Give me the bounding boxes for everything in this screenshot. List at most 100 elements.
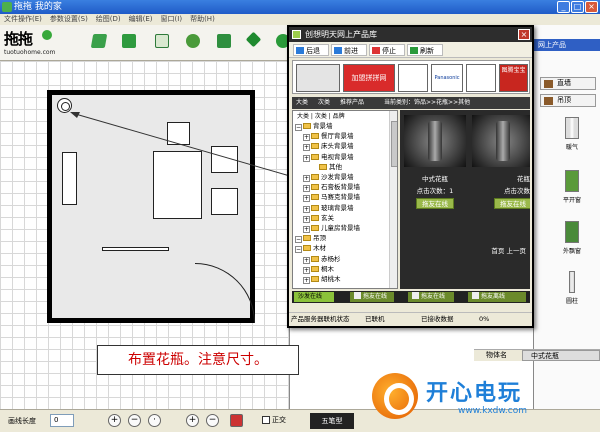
product-card-2[interactable]: 花瓶 点击次数 拖友在线 <box>472 115 530 219</box>
ceiling-button[interactable]: 吊顶 <box>540 94 596 107</box>
pan-icon[interactable]: · <box>148 414 161 427</box>
expand-toggle-icon[interactable]: + <box>303 195 310 203</box>
tree-item[interactable]: + 马赛克背景墙 <box>303 193 360 203</box>
menu-window[interactable]: 窗口(I) <box>161 14 183 25</box>
expand-toggle-icon[interactable]: + <box>303 154 310 162</box>
draw-wall-icon[interactable] <box>90 34 108 48</box>
back-button[interactable]: 后退 <box>293 44 329 56</box>
expand-toggle-icon[interactable]: + <box>303 215 310 223</box>
forward-button[interactable]: 前进 <box>331 44 367 56</box>
tree-item[interactable]: + 胡桃木 <box>303 275 341 284</box>
room-icon[interactable] <box>155 34 169 48</box>
tree-item[interactable]: + 玻璃背景墙 <box>303 204 354 213</box>
pager[interactable]: 首页 上一页 <box>400 245 530 255</box>
expand-toggle-icon[interactable]: + <box>303 266 310 274</box>
straight-wall-button[interactable]: 直墙 <box>540 77 596 90</box>
close-button[interactable]: × <box>585 1 598 13</box>
watermark: 开心电玩 www.kxdw.com <box>372 373 594 427</box>
ad-tuteng[interactable]: 图腾宝宝 <box>499 64 528 92</box>
book-icon[interactable] <box>122 34 136 48</box>
casement-window-item[interactable]: 平开窗 <box>550 170 594 204</box>
expand-toggle-icon[interactable]: − <box>295 246 302 254</box>
forward-label: 前进 <box>344 47 358 55</box>
tree-item[interactable]: + 儿童房背景墙 <box>303 224 360 233</box>
scrollbar-thumb[interactable] <box>391 121 397 167</box>
product-name-2: 花瓶 <box>517 175 530 183</box>
user-badge-2[interactable]: 拖友在线 <box>350 292 394 302</box>
tree-item[interactable]: + 玄关 <box>303 214 334 223</box>
menu-help[interactable]: 帮助(H) <box>190 14 215 25</box>
user-badge-4-label: 拖友离线 <box>481 293 506 300</box>
product-online-button-1[interactable]: 拖友在线 <box>416 198 454 209</box>
rotate-icon[interactable] <box>186 34 200 48</box>
zoom-minus-icon[interactable]: − <box>206 414 219 427</box>
menu-settings[interactable]: 参数设置(S) <box>50 14 88 25</box>
minimize-button[interactable]: _ <box>557 1 570 13</box>
user-badge-1[interactable]: 沙发在线 <box>294 292 334 302</box>
product-window-close-button[interactable]: × <box>518 29 530 40</box>
menu-edit[interactable]: 编辑(E) <box>129 14 153 25</box>
refresh-icon[interactable] <box>217 34 231 48</box>
expand-toggle-icon[interactable]: + <box>303 185 310 193</box>
expand-toggle-icon[interactable]: + <box>303 144 310 152</box>
ad-thumb-2[interactable] <box>398 64 428 92</box>
expand-toggle-icon[interactable]: + <box>303 175 310 182</box>
folder-icon <box>311 276 319 282</box>
line-length-input[interactable]: 0 <box>50 414 74 427</box>
tree-item[interactable]: 其他 <box>311 163 342 172</box>
menu-file[interactable]: 文件操作(E) <box>4 14 42 25</box>
ad-thumb-3[interactable] <box>466 64 496 92</box>
expand-toggle-icon[interactable]: − <box>295 124 302 131</box>
category-tree[interactable]: 大类 | 次类 | 品牌 − 背景墙 + 餐厅背景墙 + 床头背景墙 + 电视背景墙 其他 + 沙发… <box>292 110 398 289</box>
straight-wall-label: 直墙 <box>557 79 571 87</box>
tree-item[interactable]: + 电视背景墙 <box>303 153 354 162</box>
product-online-button-2[interactable]: 拖友在线 <box>494 198 530 209</box>
stop-button[interactable]: 停止 <box>369 44 405 56</box>
ortho-checkbox[interactable]: 正交 <box>262 415 286 425</box>
maximize-button[interactable]: □ <box>571 1 584 13</box>
zoom-in-icon[interactable]: + <box>108 414 121 427</box>
ime-indicator[interactable]: 五笔型 <box>310 413 354 429</box>
user-badge-4[interactable]: 拖友离线 <box>468 292 526 302</box>
product-card-1[interactable]: 中式花瓶 点击次数：1 拖友在线 <box>404 115 466 219</box>
ad-thumb-1[interactable] <box>296 64 340 92</box>
expand-toggle-icon[interactable]: + <box>303 277 310 284</box>
tree-scrollbar[interactable] <box>389 111 397 288</box>
column-item[interactable]: 圆柱 <box>550 271 594 305</box>
tree-item[interactable]: + 沙发背景墙 <box>303 173 354 182</box>
tree-item[interactable]: − 木材 <box>295 244 326 254</box>
refresh-button[interactable]: 刷新 <box>407 44 443 56</box>
expand-toggle-icon[interactable]: + <box>303 226 310 233</box>
ad-jiameng[interactable]: 加盟拼拼网 <box>343 64 395 92</box>
tree-item[interactable]: + 餐厅背景墙 <box>303 132 354 142</box>
expand-toggle-icon[interactable]: + <box>303 256 310 264</box>
toolbar: 拖拖 tuotuohome.com <box>0 25 290 61</box>
user-badge-3[interactable]: 拖友在线 <box>408 292 454 302</box>
tab-recommended[interactable]: 推荐产品 <box>340 97 364 109</box>
tab-category[interactable]: 大类 <box>296 97 308 109</box>
user-avatar-icon <box>412 292 419 299</box>
expand-toggle-icon[interactable]: + <box>303 205 310 213</box>
vase-thumbnail[interactable] <box>404 115 466 167</box>
window-icon <box>565 170 579 192</box>
tree-item[interactable]: − 吊顶 <box>295 234 326 244</box>
tab-subcategory[interactable]: 次类 <box>318 97 330 109</box>
vase-thumbnail-2[interactable] <box>472 115 530 167</box>
ad-panasonic[interactable]: Panasonic <box>431 64 463 92</box>
expand-toggle-icon[interactable]: + <box>303 134 310 142</box>
tree-item[interactable]: + 石膏板背景墙 <box>303 183 360 193</box>
tree-item[interactable]: − 背景墙 <box>295 122 333 131</box>
menu-draw[interactable]: 绘图(D) <box>96 14 121 25</box>
tree-item[interactable]: + 赤杨杉 <box>303 255 341 264</box>
expand-toggle-icon[interactable]: − <box>295 236 302 244</box>
radiator-item[interactable]: 暖气 <box>550 117 594 151</box>
zoom-out-icon[interactable]: − <box>128 414 141 427</box>
tree-item-label: 胡桃木 <box>321 275 341 283</box>
property-value[interactable]: 中式花瓶 <box>522 350 600 361</box>
diamond-icon[interactable] <box>245 31 262 48</box>
tree-item[interactable]: + 桐木 <box>303 265 334 274</box>
zoom-plus-icon[interactable]: + <box>186 414 199 427</box>
tree-item[interactable]: + 床头背景墙 <box>303 142 354 152</box>
color-icon[interactable] <box>230 414 243 427</box>
bay-window-item[interactable]: 外飘窗 <box>550 221 594 255</box>
